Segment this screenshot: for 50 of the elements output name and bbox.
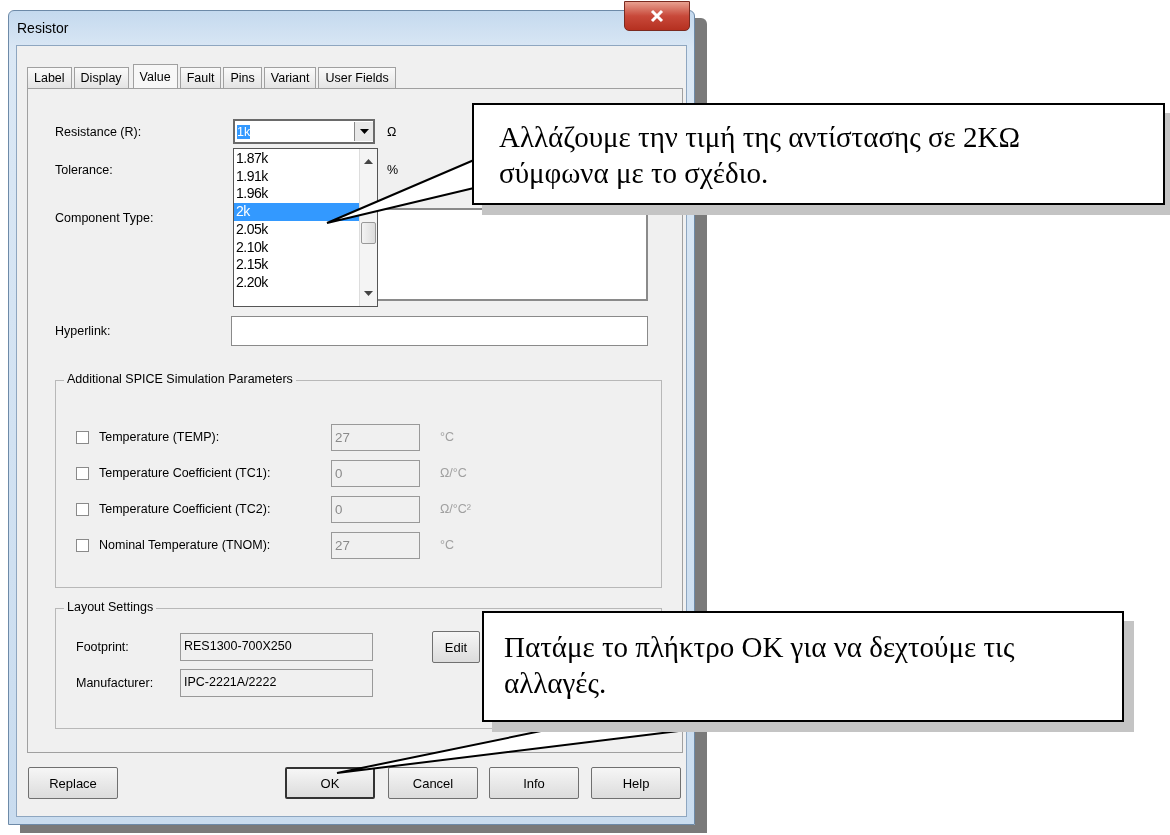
list-item[interactable]: 2.05k <box>234 220 359 239</box>
field-label: Footprint: <box>75 640 130 654</box>
scroll-down-icon <box>364 291 373 296</box>
tab[interactable]: User Fields <box>318 67 396 88</box>
group-title: Additional SPICE Simulation Parameters <box>64 372 296 386</box>
tab[interactable]: Value <box>132 64 178 89</box>
unit-label: °C <box>440 538 455 552</box>
dialog-button[interactable]: OK <box>285 767 375 799</box>
scroll-thumb[interactable] <box>361 222 376 244</box>
field-label: Hyperlink: <box>55 324 112 338</box>
list-item[interactable]: 2.20k <box>234 273 359 292</box>
unit-label: % <box>387 163 399 177</box>
unit-label: Ω/°C² <box>440 502 471 516</box>
list-item[interactable]: 2.15k <box>234 256 359 274</box>
readonly-field[interactable]: RES1300-700X250 <box>180 633 373 661</box>
param-label: Temperature Coefficient (TC1): <box>99 466 272 480</box>
tab[interactable]: Pins <box>223 67 262 88</box>
param-label: Temperature (TEMP): <box>99 430 221 444</box>
dialog-button[interactable]: Replace <box>28 767 118 799</box>
close-button[interactable] <box>624 1 690 31</box>
field-label: Tolerance: <box>55 163 114 177</box>
field-label: Manufacturer: <box>75 676 155 690</box>
unit-label: Ω/°C <box>440 466 467 480</box>
tab[interactable]: Label <box>27 67 72 88</box>
close-icon <box>649 9 665 23</box>
tab[interactable]: Fault <box>179 67 222 88</box>
readonly-field[interactable]: IPC-2221A/2222 <box>180 669 373 697</box>
tab[interactable]: Variant <box>263 67 317 88</box>
hyperlink-field[interactable] <box>231 316 648 346</box>
dialog-button[interactable]: Help <box>591 767 681 799</box>
caret-icon <box>359 129 369 134</box>
group-title: Layout Settings <box>64 600 157 614</box>
param-label: Temperature Coefficient (TC2): <box>99 502 272 516</box>
list-item[interactable]: 1.87k <box>234 150 359 168</box>
edit-button[interactable]: Edit <box>432 631 480 663</box>
tab[interactable]: Display <box>73 67 129 88</box>
dialog-button[interactable]: Info <box>489 767 579 799</box>
param-label: Nominal Temperature (TNOM): <box>99 538 272 552</box>
list-item[interactable]: 2.10k <box>234 238 359 257</box>
list-item[interactable]: 1.96k <box>234 185 359 204</box>
scrollbar[interactable] <box>359 149 377 306</box>
dropdown-list[interactable]: 1.87k 1.91k 1.96k 2k 2.05k 2.10k 2.15k 2.20k <box>233 148 378 307</box>
field-label: Resistance (R): <box>55 124 143 139</box>
field-label: Component Type: <box>55 211 155 225</box>
unit-label: °C <box>440 430 455 444</box>
scroll-up-icon <box>364 159 373 164</box>
unit-label: Ω <box>387 124 397 139</box>
dialog-button[interactable]: Cancel <box>388 767 478 799</box>
window-title: Resistor <box>17 20 69 36</box>
list-item[interactable]: 1.91k <box>234 167 359 186</box>
